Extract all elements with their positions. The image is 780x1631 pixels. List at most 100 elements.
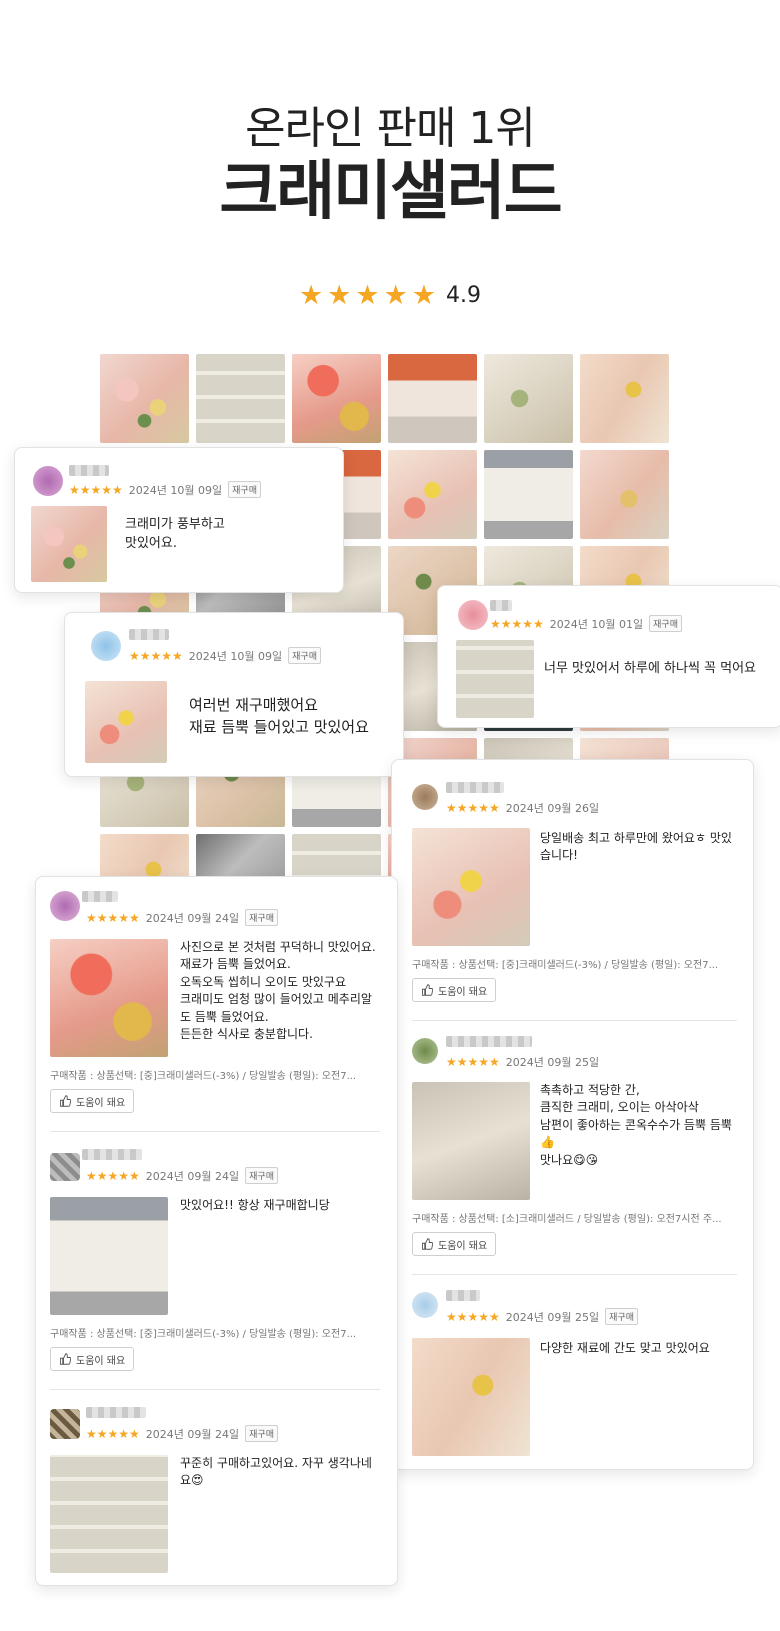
helpful-button[interactable]: 도움이 돼요 xyxy=(412,978,497,1002)
review-photo[interactable] xyxy=(292,354,381,443)
reviewer-name xyxy=(82,891,118,902)
purchase-option: 구매작품 : 상품선택: [중]크래미샐러드(-3%) / 당일발송 (평일):… xyxy=(50,1329,357,1340)
helpful-label: 도움이 돼요 xyxy=(76,1097,126,1109)
review-date: 2024년 09월 24일 xyxy=(145,1169,240,1183)
review-thumbnail[interactable] xyxy=(50,1197,168,1315)
review-stars: ★★★★★ xyxy=(446,1309,500,1324)
divider xyxy=(50,1389,380,1390)
review-photo[interactable] xyxy=(100,354,189,443)
review-date: 2024년 09월 25일 xyxy=(505,1056,600,1069)
review-thumbnail[interactable] xyxy=(412,1082,530,1200)
review-meta: ★★★★★ 2024년 10월 09일 재구매 xyxy=(69,481,261,498)
review-thumbnail[interactable] xyxy=(50,1455,168,1573)
review-stars: ★★★★★ xyxy=(86,1168,140,1183)
review-text: 맛있어요!! 항상 재구매합니당 xyxy=(180,1198,330,1212)
review-stars: ★★★★★ xyxy=(69,482,123,497)
star-icon: ★ xyxy=(355,280,380,311)
thumbs-up-icon xyxy=(422,1238,433,1250)
review-card: ★★★★★ 2024년 10월 09일 재구매 여러번 재구매했어요 재료 듬뿍… xyxy=(64,612,404,777)
avatar xyxy=(91,631,121,661)
avatar xyxy=(412,784,438,810)
review-date: 2024년 10월 01일 xyxy=(549,617,644,631)
review-text: 촉촉하고 적당한 간, 큼직한 크래미, 오이는 아삭아삭 남편이 좋아하는 콘… xyxy=(540,1083,732,1167)
headline-title: 크래미샐러드 xyxy=(219,155,562,229)
review-meta: ★★★★★ 2024년 10월 01일 재구매 xyxy=(490,615,682,632)
star-icon: ★ xyxy=(327,280,352,311)
helpful-label: 도움이 돼요 xyxy=(438,1240,488,1252)
review-photo[interactable] xyxy=(484,450,573,539)
helpful-label: 도움이 돼요 xyxy=(76,1355,126,1367)
review-thumbnail[interactable] xyxy=(50,939,168,1057)
purchase-option: 구매작품 : 상품선택: [중]크래미샐러드(-3%) / 당일발송 (평일):… xyxy=(412,960,719,971)
repurchase-badge: 재구매 xyxy=(245,909,278,926)
review-thumbnail[interactable] xyxy=(31,506,107,582)
repurchase-badge: 재구매 xyxy=(605,1308,638,1325)
review-photo[interactable] xyxy=(580,450,669,539)
reviewer-name xyxy=(129,629,169,640)
review-meta: ★★★★★ 2024년 09월 24일 재구매 xyxy=(86,909,278,926)
avatar xyxy=(412,1292,438,1318)
review-date: 2024년 09월 24일 xyxy=(145,1427,240,1441)
repurchase-badge: 재구매 xyxy=(245,1425,278,1442)
avatar xyxy=(50,1409,80,1439)
thumbs-up-icon xyxy=(422,984,433,996)
repurchase-badge: 재구매 xyxy=(288,647,321,664)
star-icon: ★ xyxy=(383,280,408,311)
review-thumbnail[interactable] xyxy=(412,1338,530,1456)
avatar xyxy=(33,466,63,496)
review-text: 너무 맛있어서 하루에 하나씩 꼭 먹어요 xyxy=(544,661,757,676)
review-stars: ★★★★★ xyxy=(86,1426,140,1441)
review-meta: ★★★★★ 2024년 09월 26일 xyxy=(446,800,599,816)
star-icon: ★ xyxy=(298,280,324,311)
review-meta: ★★★★★ 2024년 09월 24일 재구매 xyxy=(86,1425,278,1442)
review-thumbnail[interactable] xyxy=(85,681,167,763)
reviewer-name xyxy=(82,1149,142,1160)
review-date: 2024년 10월 09일 xyxy=(128,483,223,497)
review-photo[interactable] xyxy=(580,354,669,443)
review-meta: ★★★★★ 2024년 10월 09일 재구매 xyxy=(129,647,321,664)
overall-rating: ★ ★ ★ ★ ★ 4.9 xyxy=(0,282,780,309)
helpful-button[interactable]: 도움이 돼요 xyxy=(50,1347,135,1371)
review-thumbnail[interactable] xyxy=(412,828,530,946)
review-photo[interactable] xyxy=(484,354,573,443)
helpful-label: 도움이 돼요 xyxy=(438,986,488,998)
repurchase-badge: 재구매 xyxy=(228,481,261,498)
helpful-button[interactable]: 도움이 돼요 xyxy=(50,1089,135,1113)
purchase-option: 구매작품 : 상품선택: [소]크래미샐러드 / 당일발송 (평일): 오전7시… xyxy=(412,1214,722,1225)
review-date: 2024년 09월 24일 xyxy=(145,911,240,925)
divider xyxy=(412,1274,737,1275)
avatar xyxy=(50,1153,80,1181)
rating-score: 4.9 xyxy=(446,283,482,308)
review-thumbnail[interactable] xyxy=(456,640,534,718)
divider xyxy=(412,1020,737,1021)
review-text: 꾸준히 구매하고있어요. 자꾸 생각나네 요😍 xyxy=(180,1456,372,1488)
divider xyxy=(50,1131,380,1132)
star-icon: ★ xyxy=(411,280,437,311)
review-date: 2024년 09월 25일 xyxy=(505,1310,600,1324)
review-text: 크래미가 풍부하고 맛있어요. xyxy=(125,517,225,551)
review-text: 여러번 재구매했어요 재료 듬뿍 들어있고 맛있어요 xyxy=(189,696,369,736)
review-meta: ★★★★★ 2024년 09월 24일 재구매 xyxy=(86,1167,278,1184)
avatar xyxy=(458,600,488,630)
review-list-card: ★★★★★ 2024년 09월 24일 재구매 사진으로 본 것처럼 꾸덕하니 … xyxy=(35,876,398,1586)
review-list-card: ★★★★★ 2024년 09월 26일 당일배송 최고 하루만에 왔어요ㅎ 맛있… xyxy=(391,759,754,1470)
review-card: ★★★★★ 2024년 10월 01일 재구매 너무 맛있어서 하루에 하나씩 … xyxy=(437,585,780,728)
purchase-option: 구매작품 : 상품선택: [중]크래미샐러드(-3%) / 당일발송 (평일):… xyxy=(50,1071,357,1082)
reviewer-name xyxy=(490,600,512,611)
review-photo[interactable] xyxy=(196,354,285,443)
review-photo[interactable] xyxy=(388,354,477,443)
review-text: 사진으로 본 것처럼 꾸덕하니 맛있어요. 재료가 듬뿍 들었어요. 오독오독 … xyxy=(180,940,376,1041)
reviewer-name xyxy=(446,782,504,793)
thumbs-up-icon xyxy=(60,1095,71,1107)
helpful-button[interactable]: 도움이 돼요 xyxy=(412,1232,497,1256)
reviewer-name xyxy=(446,1290,480,1301)
reviewer-name xyxy=(69,465,109,476)
review-text: 당일배송 최고 하루만에 왔어요ㅎ 맛있 습니다! xyxy=(540,831,732,863)
review-card: ★★★★★ 2024년 10월 09일 재구매 크래미가 풍부하고 맛있어요. xyxy=(14,447,344,593)
review-stars: ★★★★★ xyxy=(490,616,544,631)
review-meta: ★★★★★ 2024년 09월 25일 재구매 xyxy=(446,1308,638,1325)
reviewer-name xyxy=(86,1407,146,1418)
reviewer-name xyxy=(446,1036,532,1047)
thumbs-up-icon xyxy=(60,1353,71,1365)
review-photo[interactable] xyxy=(388,450,477,539)
